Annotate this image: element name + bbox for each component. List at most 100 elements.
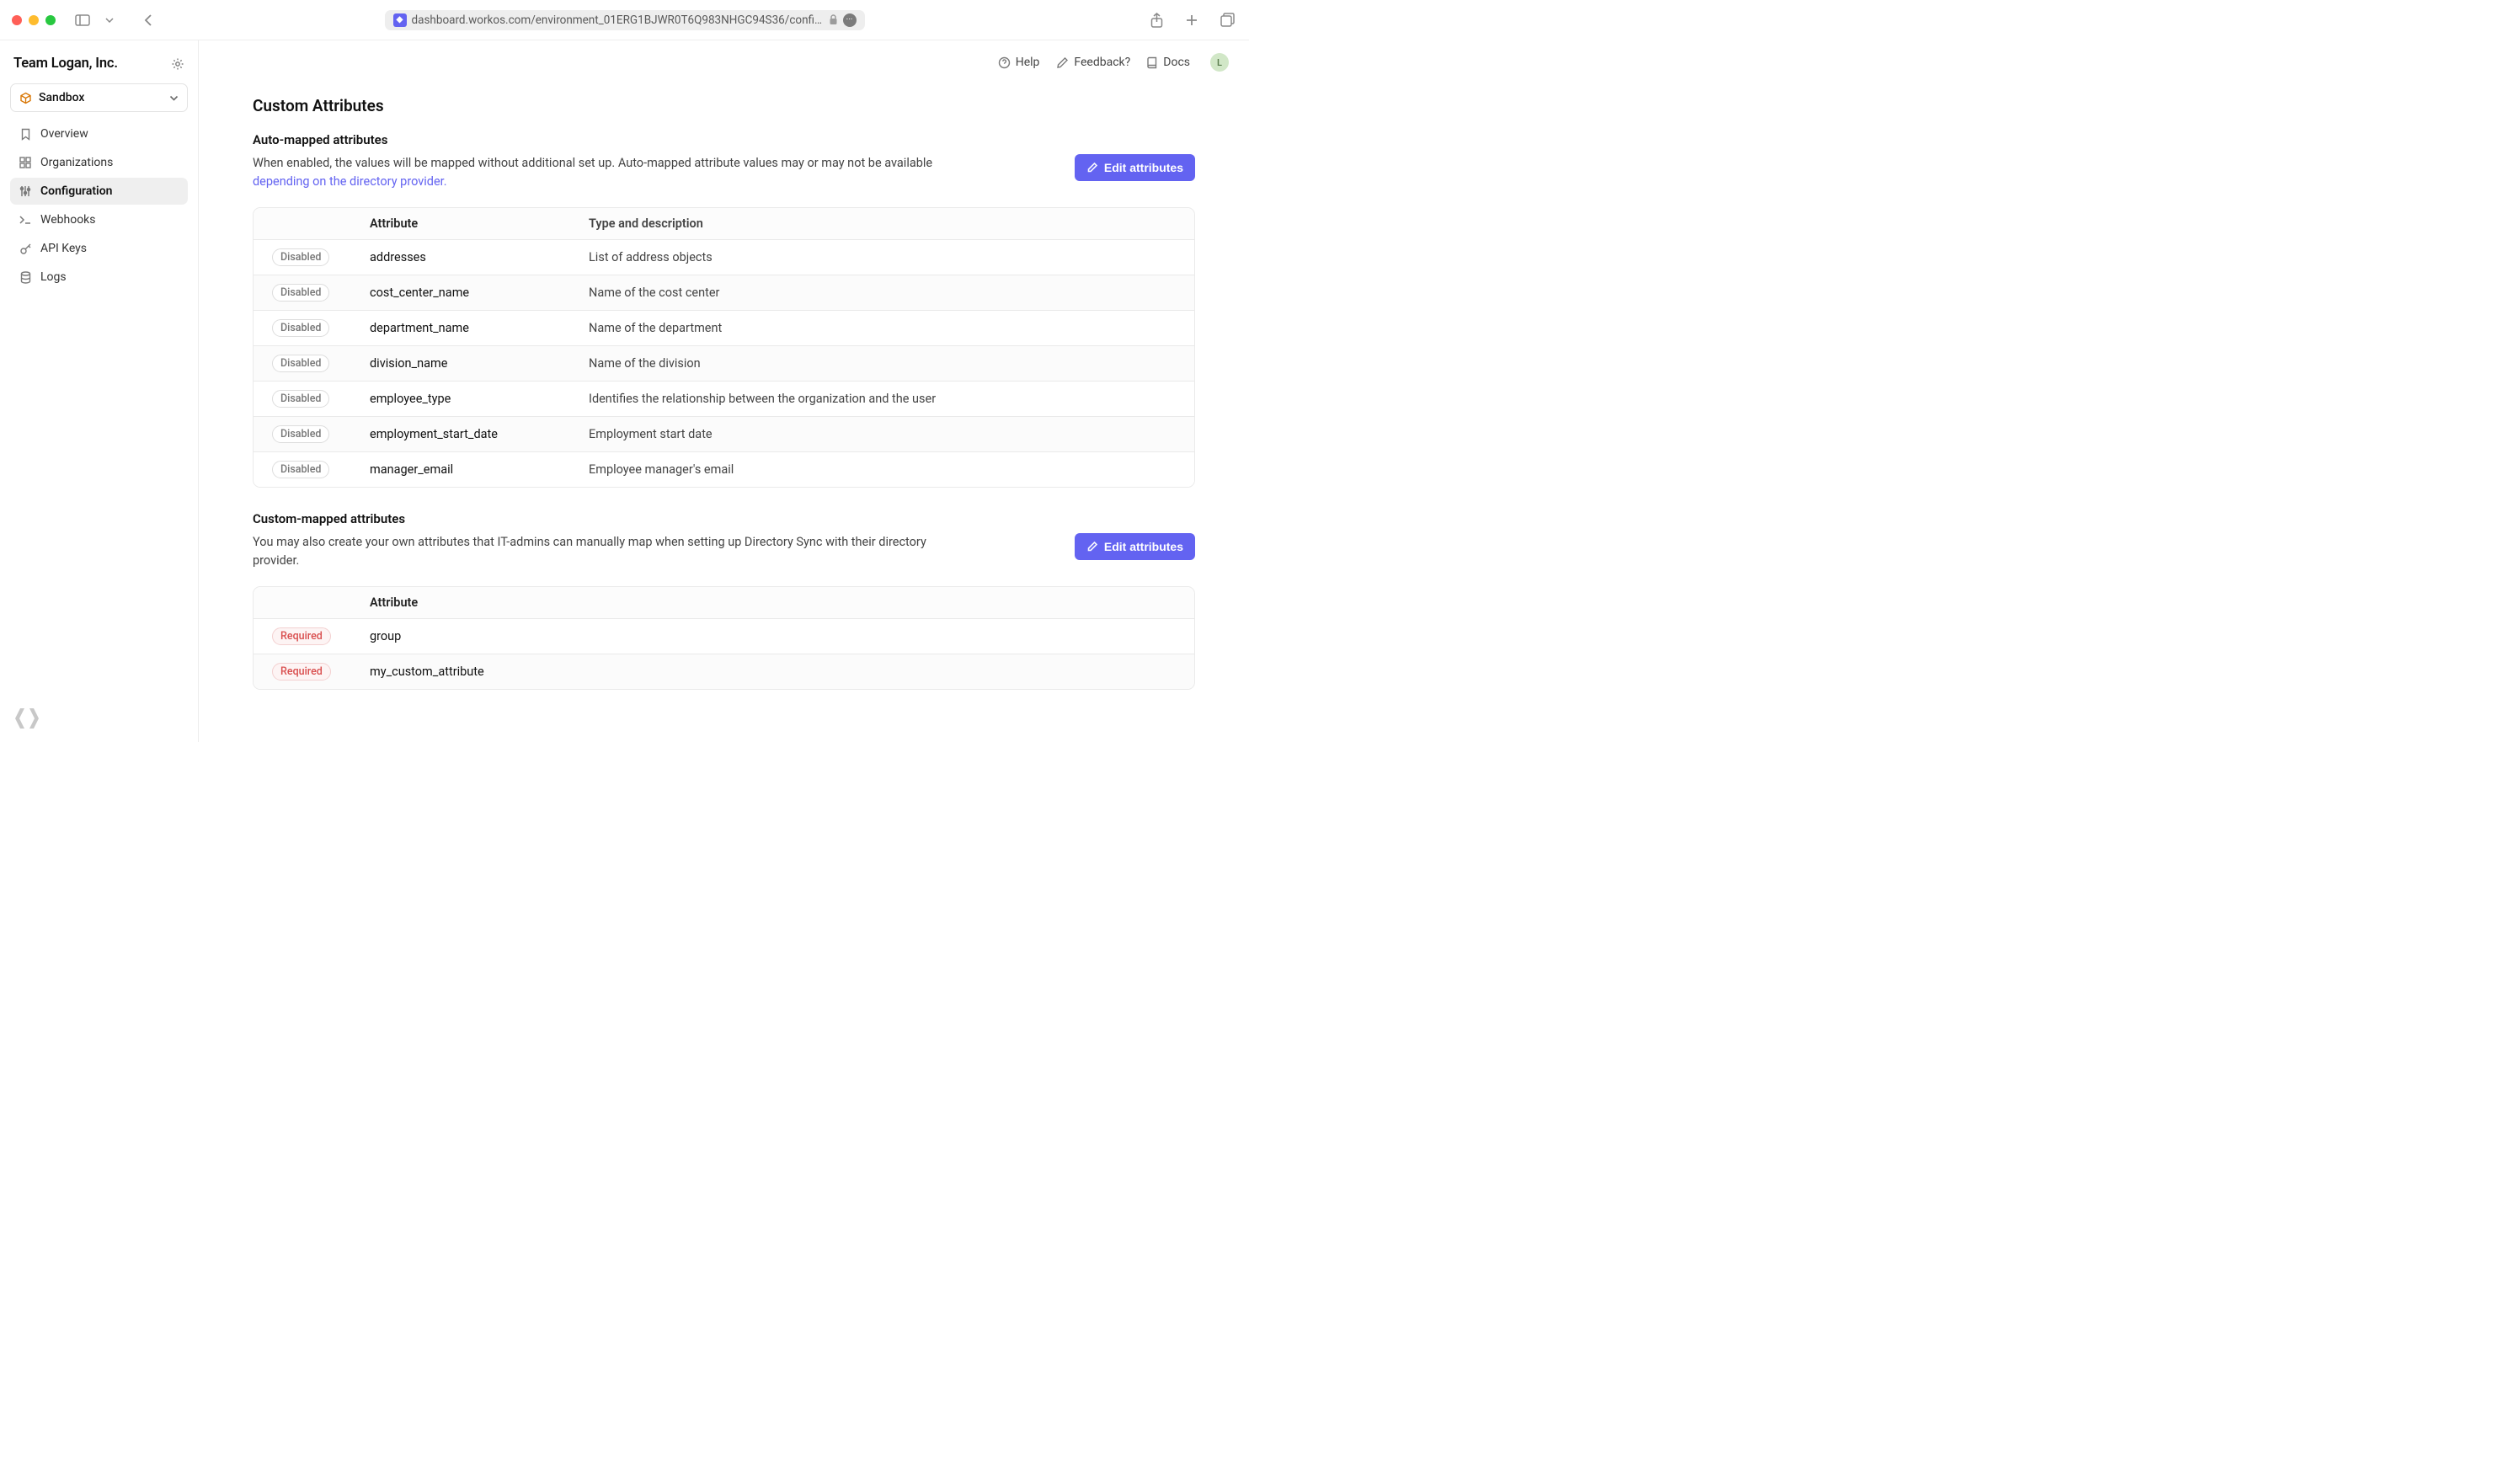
- status-badge: Disabled: [272, 248, 329, 266]
- sidebar-item-configuration[interactable]: Configuration: [10, 178, 188, 205]
- attr-desc: List of address objects: [584, 242, 1194, 273]
- attr-name: department_name: [365, 312, 584, 344]
- table-row: Required group: [254, 619, 1194, 654]
- help-label: Help: [1016, 56, 1040, 69]
- header-type: Type and description: [584, 208, 1194, 239]
- table-row: Disableddepartment_nameName of the depar…: [254, 311, 1194, 346]
- edit-icon: [1086, 541, 1098, 552]
- status-badge: Disabled: [272, 461, 329, 478]
- attr-desc: Name of the department: [584, 312, 1194, 344]
- new-tab-icon[interactable]: [1182, 10, 1202, 30]
- status-badge: Disabled: [272, 390, 329, 408]
- attr-name: group: [365, 621, 584, 652]
- terminal-icon: [19, 215, 32, 225]
- sidebar-item-api-keys[interactable]: API Keys: [10, 235, 188, 262]
- window-controls: [12, 15, 56, 25]
- sidebar-item-overview[interactable]: Overview: [10, 120, 188, 147]
- section-title-auto: Auto-mapped attributes: [253, 132, 1195, 147]
- attr-desc: Name of the cost center: [584, 277, 1194, 308]
- environment-selector[interactable]: Sandbox: [10, 83, 188, 112]
- lock-icon: [829, 14, 838, 25]
- edit-icon: [1086, 162, 1098, 173]
- table-row: Disabled cost_center_nameName of the cost…: [254, 275, 1194, 311]
- minimize-window-button[interactable]: [29, 15, 39, 25]
- attr-name: employee_type: [365, 383, 584, 414]
- table-row: Disableddivision_nameName of the divisio…: [254, 346, 1194, 382]
- attr-name: employment_start_date: [365, 419, 584, 450]
- close-window-button[interactable]: [12, 15, 22, 25]
- table-header: Attribute: [254, 587, 1194, 619]
- attr-name: division_name: [365, 348, 584, 379]
- status-badge: Disabled: [272, 425, 329, 443]
- gear-icon[interactable]: [171, 57, 184, 71]
- sidebar-toggle-icon[interactable]: [72, 10, 93, 30]
- back-button[interactable]: [138, 10, 158, 30]
- attr-desc: Employment start date: [584, 419, 1194, 450]
- team-name: Team Logan, Inc.: [13, 56, 118, 72]
- edit-attributes-button[interactable]: Edit attributes: [1075, 533, 1195, 560]
- sidebar: Team Logan, Inc. Sandbox Overview: [0, 40, 199, 742]
- desc-text: When enabled, the values will be mapped …: [253, 156, 932, 170]
- grid-icon: [19, 157, 32, 168]
- nav-label: Organizations: [40, 156, 113, 169]
- section-title-custom: Custom-mapped attributes: [253, 511, 1195, 526]
- key-icon: [19, 243, 32, 255]
- sidebar-nav: Overview Organizations Configuration Web…: [10, 120, 188, 291]
- share-icon[interactable]: [1146, 10, 1166, 30]
- docs-label: Docs: [1163, 56, 1190, 69]
- attr-desc: Name of the division: [584, 348, 1194, 379]
- feedback-label: Feedback?: [1074, 56, 1130, 69]
- help-icon: [998, 56, 1011, 69]
- status-badge: Disabled: [272, 284, 329, 302]
- pen-icon: [1056, 56, 1069, 69]
- edit-attributes-button[interactable]: Edit attributes: [1075, 154, 1195, 181]
- sidebar-item-webhooks[interactable]: Webhooks: [10, 206, 188, 233]
- sliders-icon: [19, 185, 32, 197]
- section-desc-custom: You may also create your own attributes …: [253, 533, 943, 571]
- sidebar-item-logs[interactable]: Logs: [10, 264, 188, 291]
- button-label: Edit attributes: [1104, 540, 1183, 553]
- attr-name: my_custom_attribute: [365, 656, 584, 687]
- url-bar[interactable]: ◆ dashboard.workos.com/environment_01ERG…: [385, 10, 865, 30]
- url-text: dashboard.workos.com/environment_01ERG1B…: [412, 13, 824, 27]
- main-area: Help Feedback? Docs L Custom Attributes …: [199, 40, 1249, 742]
- nav-label: Webhooks: [40, 213, 96, 227]
- avatar[interactable]: L: [1210, 53, 1229, 72]
- attr-name: manager_email: [365, 454, 584, 485]
- attr-name: addresses: [365, 242, 584, 273]
- tabs-overview-icon[interactable]: [1217, 10, 1237, 30]
- status-badge: Required: [272, 627, 331, 645]
- sidebar-item-organizations[interactable]: Organizations: [10, 149, 188, 176]
- chevron-down-icon: [169, 95, 179, 101]
- chevron-down-icon[interactable]: [99, 10, 120, 30]
- provider-docs-link[interactable]: depending on the directory provider.: [253, 174, 447, 189]
- box-icon: [19, 92, 32, 104]
- page-title: Custom Attributes: [253, 96, 1195, 115]
- maximize-window-button[interactable]: [45, 15, 56, 25]
- status-badge: Required: [272, 663, 331, 681]
- table-row: Disabledemployee_typeIdentifies the rela…: [254, 382, 1194, 417]
- content: Custom Attributes Auto-mapped attributes…: [199, 84, 1249, 723]
- browser-titlebar: ◆ dashboard.workos.com/environment_01ERG…: [0, 0, 1249, 40]
- nav-label: API Keys: [40, 242, 87, 255]
- table-row: Disabled manager_emailEmployee manager's …: [254, 452, 1194, 487]
- header-attribute: Attribute: [365, 208, 584, 239]
- avatar-initial: L: [1217, 57, 1222, 68]
- site-favicon: ◆: [393, 13, 407, 27]
- button-label: Edit attributes: [1104, 161, 1183, 174]
- table-header: Attribute Type and description: [254, 208, 1194, 240]
- attr-name: cost_center_name: [365, 277, 584, 308]
- attr-desc: Employee manager's email: [584, 454, 1194, 485]
- book-icon: [1147, 56, 1158, 69]
- feedback-link[interactable]: Feedback?: [1056, 56, 1130, 69]
- topbar: Help Feedback? Docs L: [199, 40, 1249, 84]
- database-icon: [19, 271, 32, 284]
- section-desc-auto: When enabled, the values will be mapped …: [253, 154, 943, 192]
- help-link[interactable]: Help: [998, 56, 1040, 69]
- site-menu-icon[interactable]: ···: [843, 13, 857, 27]
- docs-link[interactable]: Docs: [1147, 56, 1190, 69]
- table-row: Disabled addressesList of address objects: [254, 240, 1194, 275]
- workos-logo-icon: [13, 707, 40, 730]
- custom-attributes-table: Attribute Required group Required my_custom…: [253, 586, 1195, 690]
- bookmark-icon: [19, 128, 32, 141]
